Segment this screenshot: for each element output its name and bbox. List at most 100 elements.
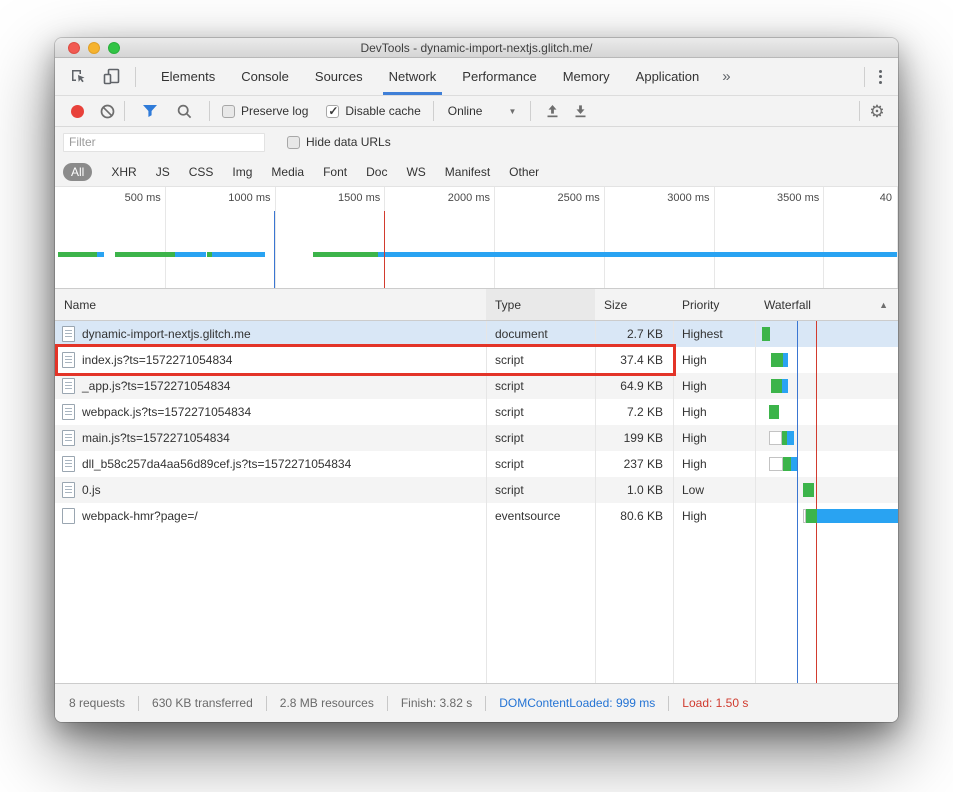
column-separator xyxy=(486,321,487,683)
status-item: Finish: 3.82 s xyxy=(401,696,472,710)
tab-memory[interactable]: Memory xyxy=(550,58,623,95)
type-filter-css[interactable]: CSS xyxy=(189,165,214,179)
load-marker-line xyxy=(816,321,817,683)
overview-blue-bar xyxy=(97,252,105,257)
devtools-menu-icon[interactable] xyxy=(875,66,886,88)
device-toolbar-icon[interactable] xyxy=(101,66,123,88)
request-waterfall-cell[interactable] xyxy=(755,347,898,373)
column-header-priority[interactable]: Priority xyxy=(673,289,755,320)
window-title: DevTools - dynamic-import-nextjs.glitch.… xyxy=(55,41,898,55)
type-filter-xhr[interactable]: XHR xyxy=(111,165,136,179)
request-name-cell[interactable]: dynamic-import-nextjs.glitch.me xyxy=(55,321,486,347)
request-name: 0.js xyxy=(82,483,101,497)
tab-network[interactable]: Network xyxy=(376,58,450,95)
request-name-cell[interactable]: _app.js?ts=1572271054834 xyxy=(55,373,486,399)
request-size-cell: 7.2 KB xyxy=(595,399,673,425)
request-type-cell: script xyxy=(486,399,595,425)
throttling-dropdown[interactable]: Online ▼ xyxy=(448,104,517,118)
checkbox-box[interactable] xyxy=(287,136,300,149)
request-priority-cell: High xyxy=(673,373,755,399)
settings-gear-icon[interactable]: ⚙ xyxy=(866,100,888,122)
table-row[interactable]: webpack.js?ts=1572271054834script7.2 KBH… xyxy=(55,399,898,425)
request-waterfall-cell[interactable] xyxy=(755,321,898,347)
request-waterfall-cell[interactable] xyxy=(755,373,898,399)
preserve-log-label: Preserve log xyxy=(241,104,308,118)
type-filter-manifest[interactable]: Manifest xyxy=(445,165,490,179)
preserve-log-checkbox[interactable]: Preserve log xyxy=(222,104,308,118)
waterfall-blue-bar xyxy=(783,353,788,367)
file-document-icon xyxy=(62,404,75,420)
overview-blue-bar xyxy=(212,252,265,257)
record-network-log-icon[interactable] xyxy=(71,105,84,118)
request-name-cell[interactable]: main.js?ts=1572271054834 xyxy=(55,425,486,451)
clear-network-log-icon[interactable] xyxy=(96,100,118,122)
tab-console[interactable]: Console xyxy=(228,58,302,95)
devtools-window: DevTools - dynamic-import-nextjs.glitch.… xyxy=(55,38,898,722)
checkbox-box[interactable] xyxy=(326,105,339,118)
file-plain-icon xyxy=(62,508,75,524)
request-name-cell[interactable]: webpack-hmr?page=/ xyxy=(55,503,486,529)
column-header-type[interactable]: Type xyxy=(486,289,595,320)
request-size-cell: 64.9 KB xyxy=(595,373,673,399)
request-waterfall-cell[interactable] xyxy=(755,399,898,425)
request-name-cell[interactable]: 0.js xyxy=(55,477,486,503)
disable-cache-checkbox[interactable]: Disable cache xyxy=(326,104,420,118)
type-filter-js[interactable]: JS xyxy=(156,165,170,179)
type-filter-img[interactable]: Img xyxy=(232,165,252,179)
divider xyxy=(266,696,267,711)
request-name: webpack-hmr?page=/ xyxy=(82,509,198,523)
column-header-name[interactable]: Name xyxy=(55,289,486,320)
hide-data-urls-label: Hide data URLs xyxy=(306,135,391,149)
tab-elements[interactable]: Elements xyxy=(148,58,228,95)
filter-input[interactable] xyxy=(63,133,265,152)
table-row[interactable]: dynamic-import-nextjs.glitch.medocument2… xyxy=(55,321,898,347)
table-row[interactable]: index.js?ts=1572271054834script37.4 KBHi… xyxy=(55,347,898,373)
request-waterfall-cell[interactable] xyxy=(755,451,898,477)
request-name-cell[interactable]: webpack.js?ts=1572271054834 xyxy=(55,399,486,425)
tab-performance[interactable]: Performance xyxy=(449,58,549,95)
overview-gridline xyxy=(897,187,898,288)
tab-sources[interactable]: Sources xyxy=(302,58,376,95)
hide-data-urls-checkbox[interactable]: Hide data URLs xyxy=(287,135,391,149)
filter-icon[interactable] xyxy=(139,100,161,122)
request-name: index.js?ts=1572271054834 xyxy=(82,353,232,367)
column-header-size[interactable]: Size xyxy=(595,289,673,320)
search-icon[interactable] xyxy=(173,100,195,122)
import-har-icon[interactable] xyxy=(541,100,563,122)
waterfall-blue-bar xyxy=(782,379,788,393)
type-filter-doc[interactable]: Doc xyxy=(366,165,387,179)
type-filter-other[interactable]: Other xyxy=(509,165,539,179)
waterfall-green-bar xyxy=(806,509,817,523)
timeline-overview[interactable]: 500 ms1000 ms1500 ms2000 ms2500 ms3000 m… xyxy=(55,187,898,289)
type-filter-all[interactable]: All xyxy=(63,163,92,181)
table-row[interactable]: main.js?ts=1572271054834script199 KBHigh xyxy=(55,425,898,451)
table-row[interactable]: webpack-hmr?page=/eventsource80.6 KBHigh xyxy=(55,503,898,529)
request-waterfall-cell[interactable] xyxy=(755,425,898,451)
type-filter-media[interactable]: Media xyxy=(271,165,304,179)
type-filter-ws[interactable]: WS xyxy=(406,165,425,179)
overview-green-bar xyxy=(58,252,96,257)
request-priority-cell: Low xyxy=(673,477,755,503)
tab-application[interactable]: Application xyxy=(623,58,713,95)
request-name-cell[interactable]: dll_b58c257da4aa56d89cef.js?ts=157227105… xyxy=(55,451,486,477)
divider xyxy=(864,67,865,87)
table-row[interactable]: dll_b58c257da4aa56d89cef.js?ts=157227105… xyxy=(55,451,898,477)
request-waterfall-cell[interactable] xyxy=(755,503,898,529)
request-name-cell[interactable]: index.js?ts=1572271054834 xyxy=(55,347,486,373)
request-name: dll_b58c257da4aa56d89cef.js?ts=157227105… xyxy=(82,457,351,471)
inspect-element-icon[interactable] xyxy=(67,66,89,88)
more-tabs-button[interactable]: » xyxy=(712,58,740,95)
column-header-waterfall[interactable]: Waterfall▲ xyxy=(755,289,898,320)
request-waterfall-cell[interactable] xyxy=(755,477,898,503)
overview-gridline xyxy=(165,187,166,288)
request-rows: dynamic-import-nextjs.glitch.medocument2… xyxy=(55,321,898,529)
export-har-icon[interactable] xyxy=(569,100,591,122)
status-item: 630 KB transferred xyxy=(152,696,253,710)
file-document-icon xyxy=(62,456,75,472)
table-row[interactable]: _app.js?ts=1572271054834script64.9 KBHig… xyxy=(55,373,898,399)
checkbox-box[interactable] xyxy=(222,105,235,118)
request-size-cell: 199 KB xyxy=(595,425,673,451)
request-priority-cell: High xyxy=(673,347,755,373)
table-row[interactable]: 0.jsscript1.0 KBLow xyxy=(55,477,898,503)
type-filter-font[interactable]: Font xyxy=(323,165,347,179)
